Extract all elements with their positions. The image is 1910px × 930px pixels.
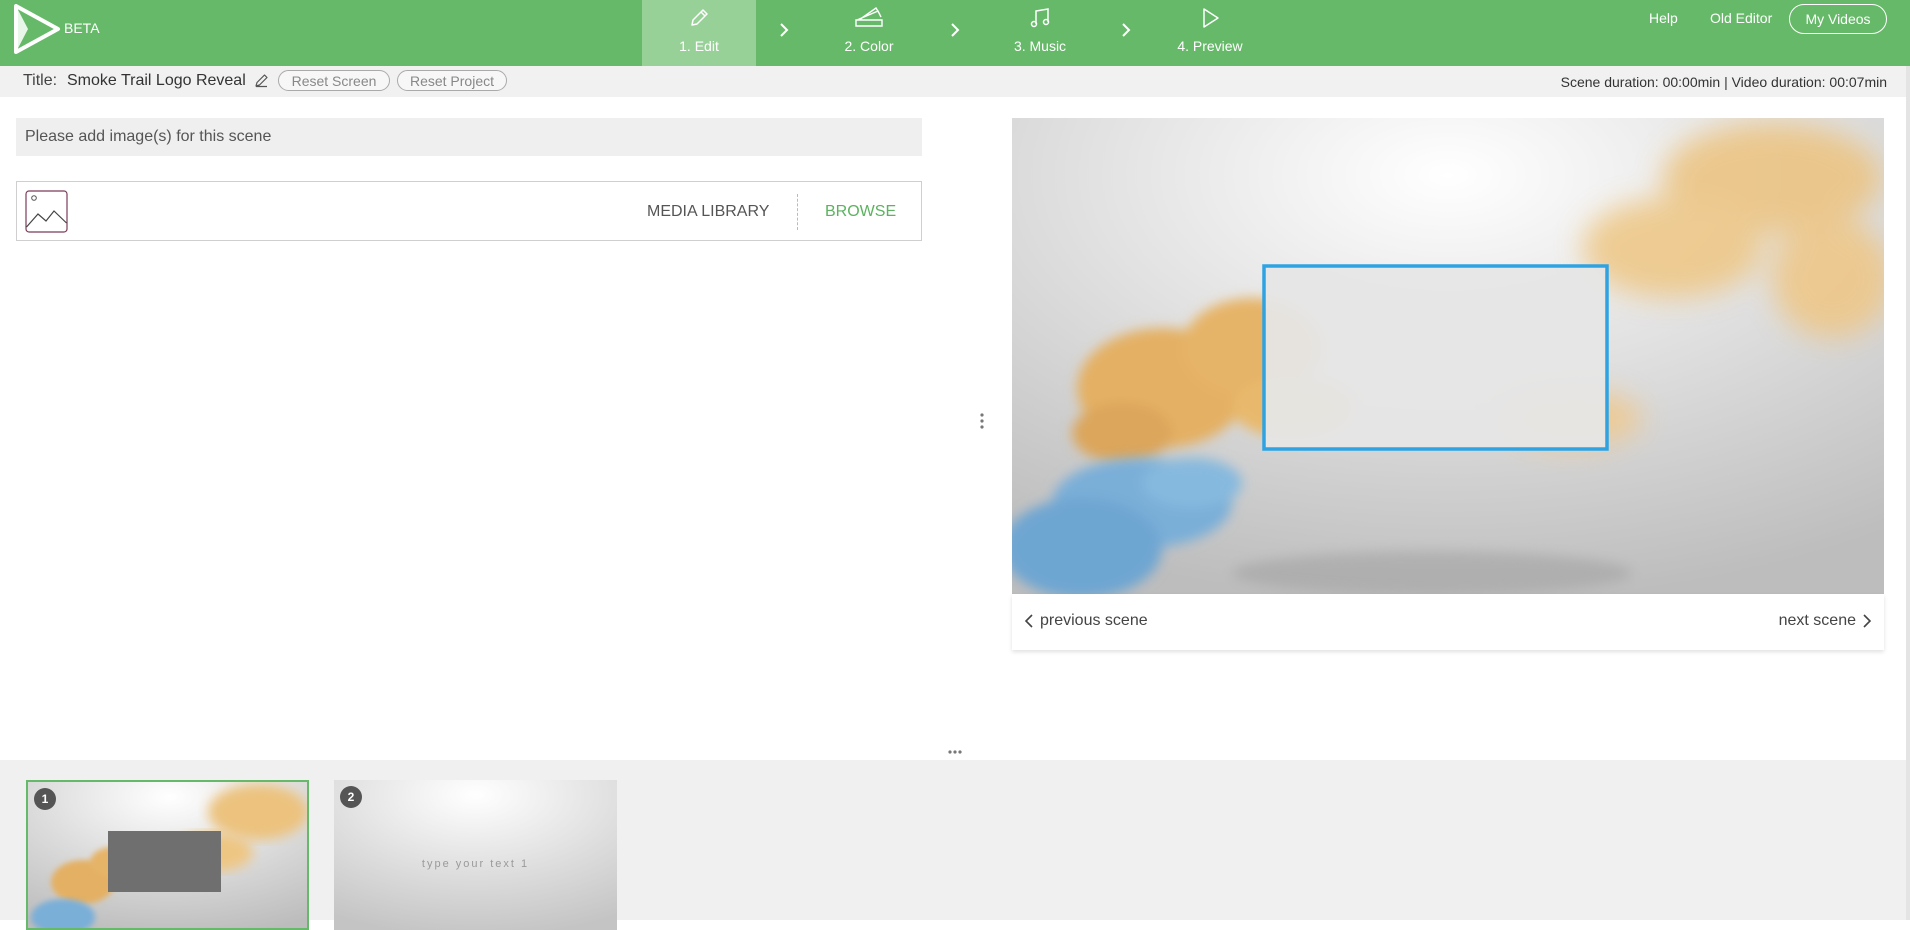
- scene-number-badge: 2: [340, 786, 362, 808]
- image-placeholder-icon[interactable]: [25, 190, 68, 233]
- color-swatches-icon: [812, 6, 926, 30]
- next-scene-label: next scene: [1778, 612, 1856, 629]
- next-scene-button[interactable]: next scene: [1779, 612, 1872, 630]
- add-images-notice: Please add image(s) for this scene: [16, 118, 922, 156]
- scene-navigation: previous scene next scene: [1012, 594, 1884, 650]
- app-logo-icon[interactable]: [14, 4, 62, 54]
- step-edit[interactable]: 1. Edit: [642, 0, 756, 66]
- scene-number-badge: 1: [34, 788, 56, 810]
- play-icon: [1153, 6, 1267, 30]
- reset-screen-button[interactable]: Reset Screen: [278, 70, 390, 91]
- scene-preview[interactable]: [1012, 118, 1884, 594]
- top-navigation-bar: BETA 1. Edit 2. Color 3. Music 4. Previe…: [0, 0, 1910, 66]
- chevron-left-icon: [1024, 614, 1033, 628]
- step-label: 2. Color: [844, 38, 894, 54]
- chevron-right-icon: [1863, 614, 1872, 628]
- scene-placeholder-text: type your text 1: [421, 858, 530, 870]
- timeline-resize-handle-icon[interactable]: [948, 750, 962, 754]
- scene-thumbnail-image: [28, 782, 307, 928]
- page-scrollbar[interactable]: [1906, 66, 1910, 920]
- media-library-button[interactable]: MEDIA LIBRARY: [647, 203, 769, 221]
- scene-preview-image: [1012, 118, 1884, 594]
- old-editor-link[interactable]: Old Editor: [1710, 10, 1772, 26]
- scene-thumbnail-2[interactable]: 2 type your text 1: [334, 780, 617, 930]
- step-label: 4. Preview: [1177, 38, 1243, 54]
- browse-button[interactable]: BROWSE: [825, 203, 896, 221]
- reset-project-button[interactable]: Reset Project: [397, 70, 507, 91]
- step-label: 3. Music: [1013, 38, 1067, 54]
- scene-thumbnail-1[interactable]: 1: [26, 780, 309, 930]
- project-title[interactable]: Smoke Trail Logo Reveal: [67, 72, 246, 90]
- chevron-right-icon: [780, 23, 789, 37]
- step-music[interactable]: 3. Music: [983, 0, 1097, 66]
- title-label: Title:: [23, 72, 58, 89]
- previous-scene-label: previous scene: [1040, 612, 1148, 629]
- panel-resize-handle-icon[interactable]: [980, 413, 984, 429]
- duration-info: Scene duration: 00:00min | Video duratio…: [1560, 74, 1887, 90]
- step-preview[interactable]: 4. Preview: [1153, 0, 1267, 66]
- project-title-bar: Title: Smoke Trail Logo Reveal Reset Scr…: [0, 66, 1910, 97]
- step-color[interactable]: 2. Color: [812, 0, 926, 66]
- chevron-right-icon: [951, 23, 960, 37]
- previous-scene-button[interactable]: previous scene: [1024, 612, 1148, 630]
- scene-thumbnail-image: [334, 780, 617, 930]
- chevron-right-icon: [1122, 23, 1131, 37]
- my-videos-button[interactable]: My Videos: [1789, 4, 1887, 34]
- help-link[interactable]: Help: [1649, 10, 1678, 26]
- edit-title-icon[interactable]: [254, 73, 269, 88]
- music-note-icon: [983, 6, 1097, 30]
- step-label: 1. Edit: [679, 38, 719, 54]
- beta-badge: BETA: [64, 20, 100, 36]
- pencil-icon: [642, 6, 756, 30]
- divider: [797, 194, 798, 230]
- image-upload-field: MEDIA LIBRARY BROWSE: [16, 181, 922, 241]
